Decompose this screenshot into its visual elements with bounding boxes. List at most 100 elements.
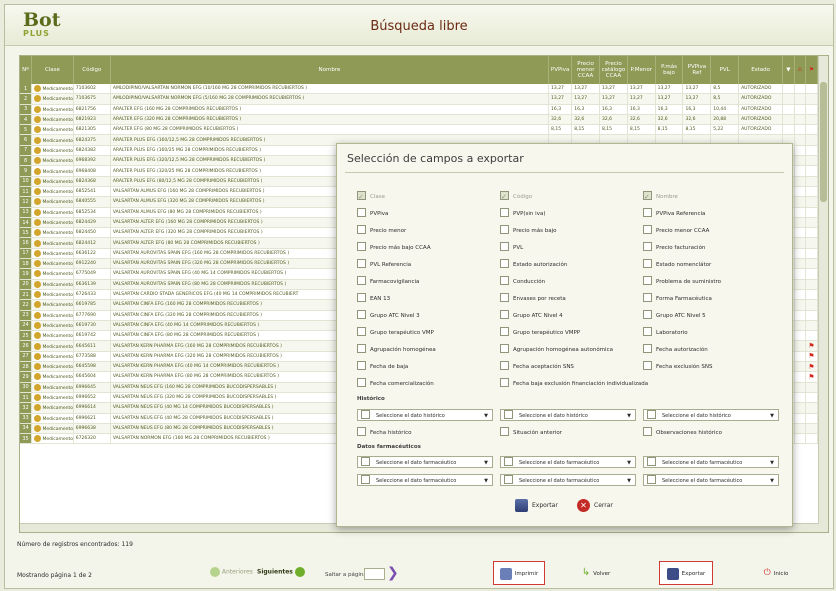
- field-checkbox-item[interactable]: PVPiva Referencia: [643, 207, 785, 221]
- print-button[interactable]: Imprimir: [493, 561, 545, 585]
- check-observaciones-historico[interactable]: Observaciones histórico: [643, 426, 785, 440]
- checkbox[interactable]: [357, 242, 366, 251]
- field-checkbox-item[interactable]: Precio más bajo CCAA: [357, 241, 499, 255]
- farma-select-5[interactable]: Seleccione el dato farmacéutico ▼: [500, 474, 636, 486]
- column-header[interactable]: P.Menor: [627, 56, 656, 84]
- field-checkbox-item[interactable]: Problema de suministro: [643, 275, 785, 289]
- back-button[interactable]: ↳ Volver: [571, 561, 621, 585]
- next-page-button[interactable]: Siguientes: [257, 567, 305, 577]
- field-checkbox-item[interactable]: Fecha autorización: [643, 343, 785, 357]
- historico-select-3-checkbox[interactable]: [647, 410, 656, 419]
- field-checkbox-item[interactable]: Grupo ATC Nivel 4: [500, 309, 642, 323]
- column-header[interactable]: ⚠: [794, 56, 807, 84]
- checkbox[interactable]: [500, 378, 509, 387]
- farma-select-checkbox[interactable]: [647, 475, 656, 484]
- checkbox[interactable]: [643, 190, 652, 204]
- field-checkbox-item[interactable]: Forma Farmacéutica: [643, 292, 785, 306]
- goto-page-arrow-icon[interactable]: ❯: [387, 565, 399, 581]
- table-row[interactable]: 5 Medicamento 6821305 ARALTER EFG (80 MG 2…: [20, 124, 818, 136]
- farma-select-checkbox[interactable]: [504, 475, 513, 484]
- field-checkbox-item[interactable]: PVL Referencia: [357, 258, 499, 272]
- field-checkbox-item[interactable]: Precio más bajo: [500, 224, 642, 238]
- column-header[interactable]: PVPiva Ref: [682, 56, 712, 84]
- checkbox[interactable]: [357, 378, 366, 387]
- farma-select-4[interactable]: Seleccione el dato farmacéutico ▼: [357, 474, 493, 486]
- farma-select-checkbox[interactable]: [361, 457, 370, 466]
- farma-select-3[interactable]: Seleccione el dato farmacéutico ▼: [643, 456, 779, 468]
- field-checkbox-item[interactable]: Código: [500, 190, 642, 204]
- historico-select-1[interactable]: Seleccione el dato histórico ▼: [357, 409, 493, 421]
- checkbox[interactable]: [643, 327, 652, 336]
- checkbox[interactable]: [643, 293, 652, 302]
- farma-select-checkbox[interactable]: [504, 457, 513, 466]
- home-button[interactable]: ⏻ Inicio: [753, 561, 799, 585]
- field-checkbox-item[interactable]: Grupo ATC Nivel 3: [357, 309, 499, 323]
- field-checkbox-item[interactable]: PVP(sin iva): [500, 207, 642, 221]
- checkbox[interactable]: [643, 427, 652, 436]
- checkbox[interactable]: [500, 427, 509, 436]
- column-header[interactable]: PVPiva: [548, 56, 573, 84]
- checkbox[interactable]: [500, 276, 509, 285]
- field-checkbox-item[interactable]: Conducción: [500, 275, 642, 289]
- prev-page-button[interactable]: Anteriores: [210, 567, 253, 577]
- field-checkbox-item[interactable]: Estado nomenclátor: [643, 258, 785, 272]
- table-row[interactable]: 3 Medicamento 6821756 ARALTER EFG (160 MG …: [20, 104, 818, 115]
- checkbox[interactable]: [500, 242, 509, 251]
- vertical-scrollbar[interactable]: [818, 56, 828, 532]
- field-checkbox-item[interactable]: Laboratorio: [643, 326, 785, 340]
- field-checkbox-item[interactable]: Precio facturación: [643, 241, 785, 255]
- checkbox[interactable]: [357, 190, 366, 204]
- field-checkbox-item[interactable]: Fecha comercialización: [357, 377, 499, 391]
- farma-select-6[interactable]: Seleccione el dato farmacéutico ▼: [643, 474, 779, 486]
- field-checkbox-item[interactable]: Precio menor CCAA: [643, 224, 785, 238]
- field-checkbox-item[interactable]: Fecha aceptación SNS: [500, 360, 642, 374]
- column-header[interactable]: ▼: [782, 56, 795, 84]
- checkbox[interactable]: [357, 259, 366, 268]
- export-button[interactable]: Exportar: [659, 561, 713, 585]
- goto-page-input[interactable]: [364, 568, 385, 580]
- check-fecha-historico[interactable]: Fecha histórico: [357, 426, 499, 440]
- field-checkbox-item[interactable]: Grupo terapéutico VMPP: [500, 326, 642, 340]
- checkbox[interactable]: [500, 344, 509, 353]
- checkbox[interactable]: [643, 344, 652, 353]
- field-checkbox-item[interactable]: Nombre: [643, 190, 785, 204]
- check-situacion-anterior[interactable]: Situación anterior: [500, 426, 642, 440]
- checkbox[interactable]: [500, 208, 509, 217]
- checkbox[interactable]: [357, 293, 366, 302]
- checkbox[interactable]: [357, 276, 366, 285]
- farma-select-checkbox[interactable]: [647, 457, 656, 466]
- dialog-export-button[interactable]: Exportar: [515, 498, 558, 514]
- field-checkbox-item[interactable]: Grupo terapéutico VMP: [357, 326, 499, 340]
- field-checkbox-item[interactable]: Clase: [357, 190, 499, 204]
- dialog-close-button[interactable]: ✕ Cerrar: [577, 498, 613, 514]
- farma-select-1[interactable]: Seleccione el dato farmacéutico ▼: [357, 456, 493, 468]
- table-row[interactable]: 4 Medicamento 6821923 ARALTER EFG (320 MG …: [20, 114, 818, 126]
- field-checkbox-item[interactable]: Estado autorización: [500, 258, 642, 272]
- column-header[interactable]: Código: [73, 56, 111, 84]
- checkbox[interactable]: [357, 208, 366, 217]
- checkbox[interactable]: [643, 242, 652, 251]
- checkbox[interactable]: [357, 310, 366, 319]
- checkbox[interactable]: [357, 344, 366, 353]
- checkbox[interactable]: [643, 259, 652, 268]
- checkbox[interactable]: [643, 225, 652, 234]
- historico-select-2[interactable]: Seleccione el dato histórico ▼: [500, 409, 636, 421]
- column-header[interactable]: PVL: [710, 56, 740, 84]
- checkbox[interactable]: [643, 208, 652, 217]
- column-header[interactable]: Precio catálogo CCAA: [599, 56, 628, 84]
- table-row[interactable]: 2 Medicamento 7103675 AMLODIPINO/VALSARTAN…: [20, 93, 818, 105]
- field-checkbox-item[interactable]: Agrupación homogénea: [357, 343, 499, 357]
- field-checkbox-item[interactable]: Fecha baja exclusión financiación indivi…: [500, 377, 780, 391]
- field-checkbox-item[interactable]: Grupo ATC Nivel 5: [643, 309, 785, 323]
- checkbox[interactable]: [643, 276, 652, 285]
- checkbox[interactable]: [500, 293, 509, 302]
- field-checkbox-item[interactable]: PVPiva: [357, 207, 499, 221]
- checkbox[interactable]: [500, 225, 509, 234]
- field-checkbox-item[interactable]: Fecha exclusión SNS: [643, 360, 785, 374]
- column-header[interactable]: Clase: [31, 56, 74, 84]
- checkbox[interactable]: [500, 310, 509, 319]
- historico-select-1-checkbox[interactable]: [361, 410, 370, 419]
- checkbox[interactable]: [357, 361, 366, 370]
- column-header[interactable]: P.más bajo: [655, 56, 684, 84]
- checkbox[interactable]: [643, 310, 652, 319]
